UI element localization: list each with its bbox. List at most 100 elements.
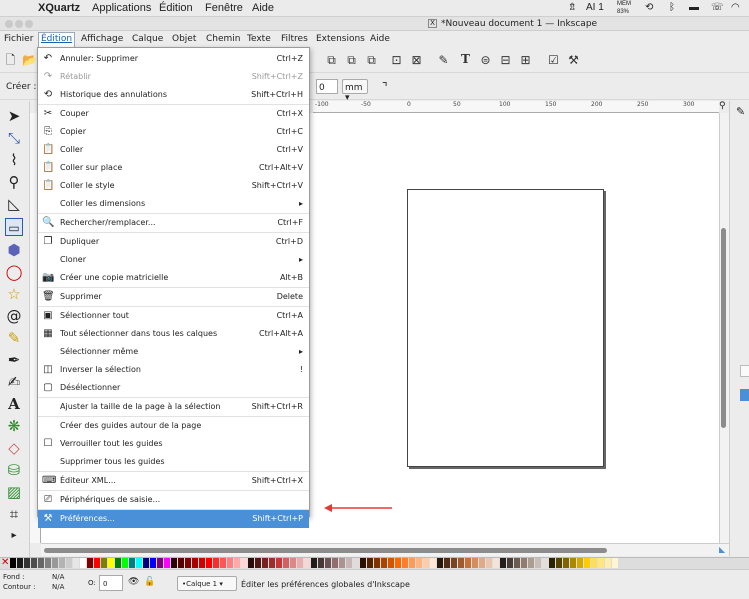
palette-swatch[interactable] (325, 558, 331, 568)
document-properties-icon[interactable]: ☑ (547, 54, 560, 67)
battery-icon[interactable]: ▬ (689, 2, 699, 13)
palette-swatch[interactable] (73, 558, 79, 568)
menu-item-supprimer-tous-les-guides[interactable]: Supprimer tous les guides (38, 453, 309, 471)
menu-chemin[interactable]: Chemin (206, 34, 241, 44)
clone-icon[interactable]: ⧉ (345, 54, 358, 67)
align-icon[interactable]: ⊞ (519, 54, 532, 67)
palette-swatch[interactable] (479, 558, 485, 568)
menu-item-peripheriques-de-saisie[interactable]: ⎚ Périphériques de saisie... (38, 491, 309, 509)
palette-swatch[interactable] (395, 558, 401, 568)
palette-swatch[interactable] (220, 558, 226, 568)
palette-swatch[interactable] (493, 558, 499, 568)
close-window-button[interactable] (5, 20, 13, 28)
wifi-icon[interactable]: ◠ (731, 2, 740, 13)
palette-swatch[interactable] (290, 558, 296, 568)
palette-swatch[interactable] (136, 558, 142, 568)
adobe-status-icon[interactable]: AI 1 (586, 2, 604, 13)
document-page[interactable] (407, 189, 604, 467)
phone-icon[interactable]: ☏ (711, 2, 724, 13)
paint-bucket-tool-icon[interactable]: ⛁ (5, 461, 23, 479)
preferences-toolbar-icon[interactable]: ⚒ (567, 54, 580, 67)
menu-calque[interactable]: Calque (132, 34, 163, 44)
text-font-icon[interactable]: T (459, 53, 472, 66)
palette-swatch[interactable] (318, 558, 324, 568)
palette-swatch[interactable] (227, 558, 233, 568)
palette-swatch[interactable] (38, 558, 44, 568)
corner-icon[interactable]: ⌝ (382, 80, 388, 94)
palette-swatch[interactable] (31, 558, 37, 568)
palette-swatch[interactable] (283, 558, 289, 568)
layer-lock-icon[interactable]: 🔓 (144, 577, 155, 587)
menu-item-rechercher-remplacer[interactable]: 🔍 Rechercher/remplacer... Ctrl+F (38, 214, 309, 232)
palette-swatch[interactable] (10, 558, 16, 568)
gradient-tool-icon[interactable]: ▨ (5, 483, 23, 501)
palette-swatch[interactable] (451, 558, 457, 568)
menu-item-couper[interactable]: ✂ Couper Ctrl+X (38, 105, 309, 123)
palette-swatch[interactable] (108, 558, 114, 568)
menu-item-copier[interactable]: ⎘ Copier Ctrl+C (38, 123, 309, 141)
menu-item-coller-le-style[interactable]: 📋 Coller le style Shift+Ctrl+V (38, 177, 309, 195)
bluetooth-icon[interactable]: ᛒ (669, 2, 675, 13)
dropbox-icon[interactable]: ⇯ (568, 2, 576, 13)
zoom-window-button[interactable] (25, 20, 33, 28)
palette-swatch[interactable] (437, 558, 443, 568)
palette-swatch[interactable] (94, 558, 100, 568)
palette-swatch[interactable] (444, 558, 450, 568)
palette-swatch[interactable] (598, 558, 604, 568)
palette-swatch[interactable] (612, 558, 618, 568)
no-paint-icon[interactable]: ✕ (1, 557, 9, 568)
menu-texte[interactable]: Texte (247, 34, 271, 44)
eraser-tool-icon[interactable]: ◇ (5, 439, 23, 457)
pen-tool-icon[interactable]: ✒ (5, 351, 23, 369)
measure-tool-icon[interactable]: ◺ (5, 195, 23, 213)
palette-swatch[interactable] (24, 558, 30, 568)
canvas-zoom-icon[interactable]: ⚲ (719, 101, 726, 111)
horizontal-scroll-thumb[interactable] (44, 548, 607, 553)
palette-swatch[interactable] (458, 558, 464, 568)
minimize-window-button[interactable] (15, 20, 23, 28)
palette-swatch[interactable] (570, 558, 576, 568)
menu-objet[interactable]: Objet (172, 34, 196, 44)
menu-item-annuler-supprimer[interactable]: ↶ Annuler: Supprimer Ctrl+Z (38, 50, 309, 68)
layer-visibility-icon[interactable]: 👁 (128, 577, 139, 587)
menu-item-verrouiller-tout-les-guides[interactable]: ☐ Verrouiller tout les guides (38, 435, 309, 453)
palette-swatch[interactable] (367, 558, 373, 568)
palette-swatch[interactable] (465, 558, 471, 568)
menu-item-ajuster-la-taille-de-la-page-a-la-selection[interactable]: Ajuster la taille de la page à la sélect… (38, 398, 309, 416)
3d-box-tool-icon[interactable]: ⬢ (5, 241, 23, 259)
palette-swatch[interactable] (269, 558, 275, 568)
palette-swatch[interactable] (346, 558, 352, 568)
menu-item-retablir[interactable]: ↷ Rétablir Shift+Ctrl+Z (38, 68, 309, 86)
palette-swatch[interactable] (276, 558, 282, 568)
zoom-correction-icon[interactable]: ◣ (719, 545, 725, 554)
palette-swatch[interactable] (164, 558, 170, 568)
palette-swatch[interactable] (297, 558, 303, 568)
palette-swatch[interactable] (304, 558, 310, 568)
palette-swatch[interactable] (514, 558, 520, 568)
palette-swatch[interactable] (486, 558, 492, 568)
fill-stroke-icon[interactable]: ✎ (437, 54, 450, 67)
palette-swatch[interactable] (388, 558, 394, 568)
palette-swatch[interactable] (577, 558, 583, 568)
palette-swatch[interactable] (234, 558, 240, 568)
palette-swatch[interactable] (521, 558, 527, 568)
palette-swatch[interactable] (584, 558, 590, 568)
palette-swatch[interactable] (430, 558, 436, 568)
menu-item-selectionner-meme[interactable]: Sélectionner même ▸ (38, 343, 309, 361)
palette-swatch[interactable] (80, 558, 86, 568)
palette-swatch[interactable] (353, 558, 359, 568)
spiral-tool-icon[interactable]: @ (5, 307, 23, 325)
palette-swatch[interactable] (241, 558, 247, 568)
opacity-spinbox[interactable]: 0 (99, 575, 123, 591)
palette-swatch[interactable] (17, 558, 23, 568)
ellipse-tool-icon[interactable]: ◯ (5, 263, 23, 281)
ungroup-icon[interactable]: ⊠ (410, 54, 423, 67)
open-document-icon[interactable]: 📂 (22, 54, 37, 67)
palette-swatch[interactable] (507, 558, 513, 568)
palette-swatch[interactable] (192, 558, 198, 568)
star-tool-icon[interactable]: ☆ (5, 285, 23, 303)
palette-swatch[interactable] (101, 558, 107, 568)
palette-swatch[interactable] (563, 558, 569, 568)
palette-swatch[interactable] (213, 558, 219, 568)
palette-swatch[interactable] (374, 558, 380, 568)
